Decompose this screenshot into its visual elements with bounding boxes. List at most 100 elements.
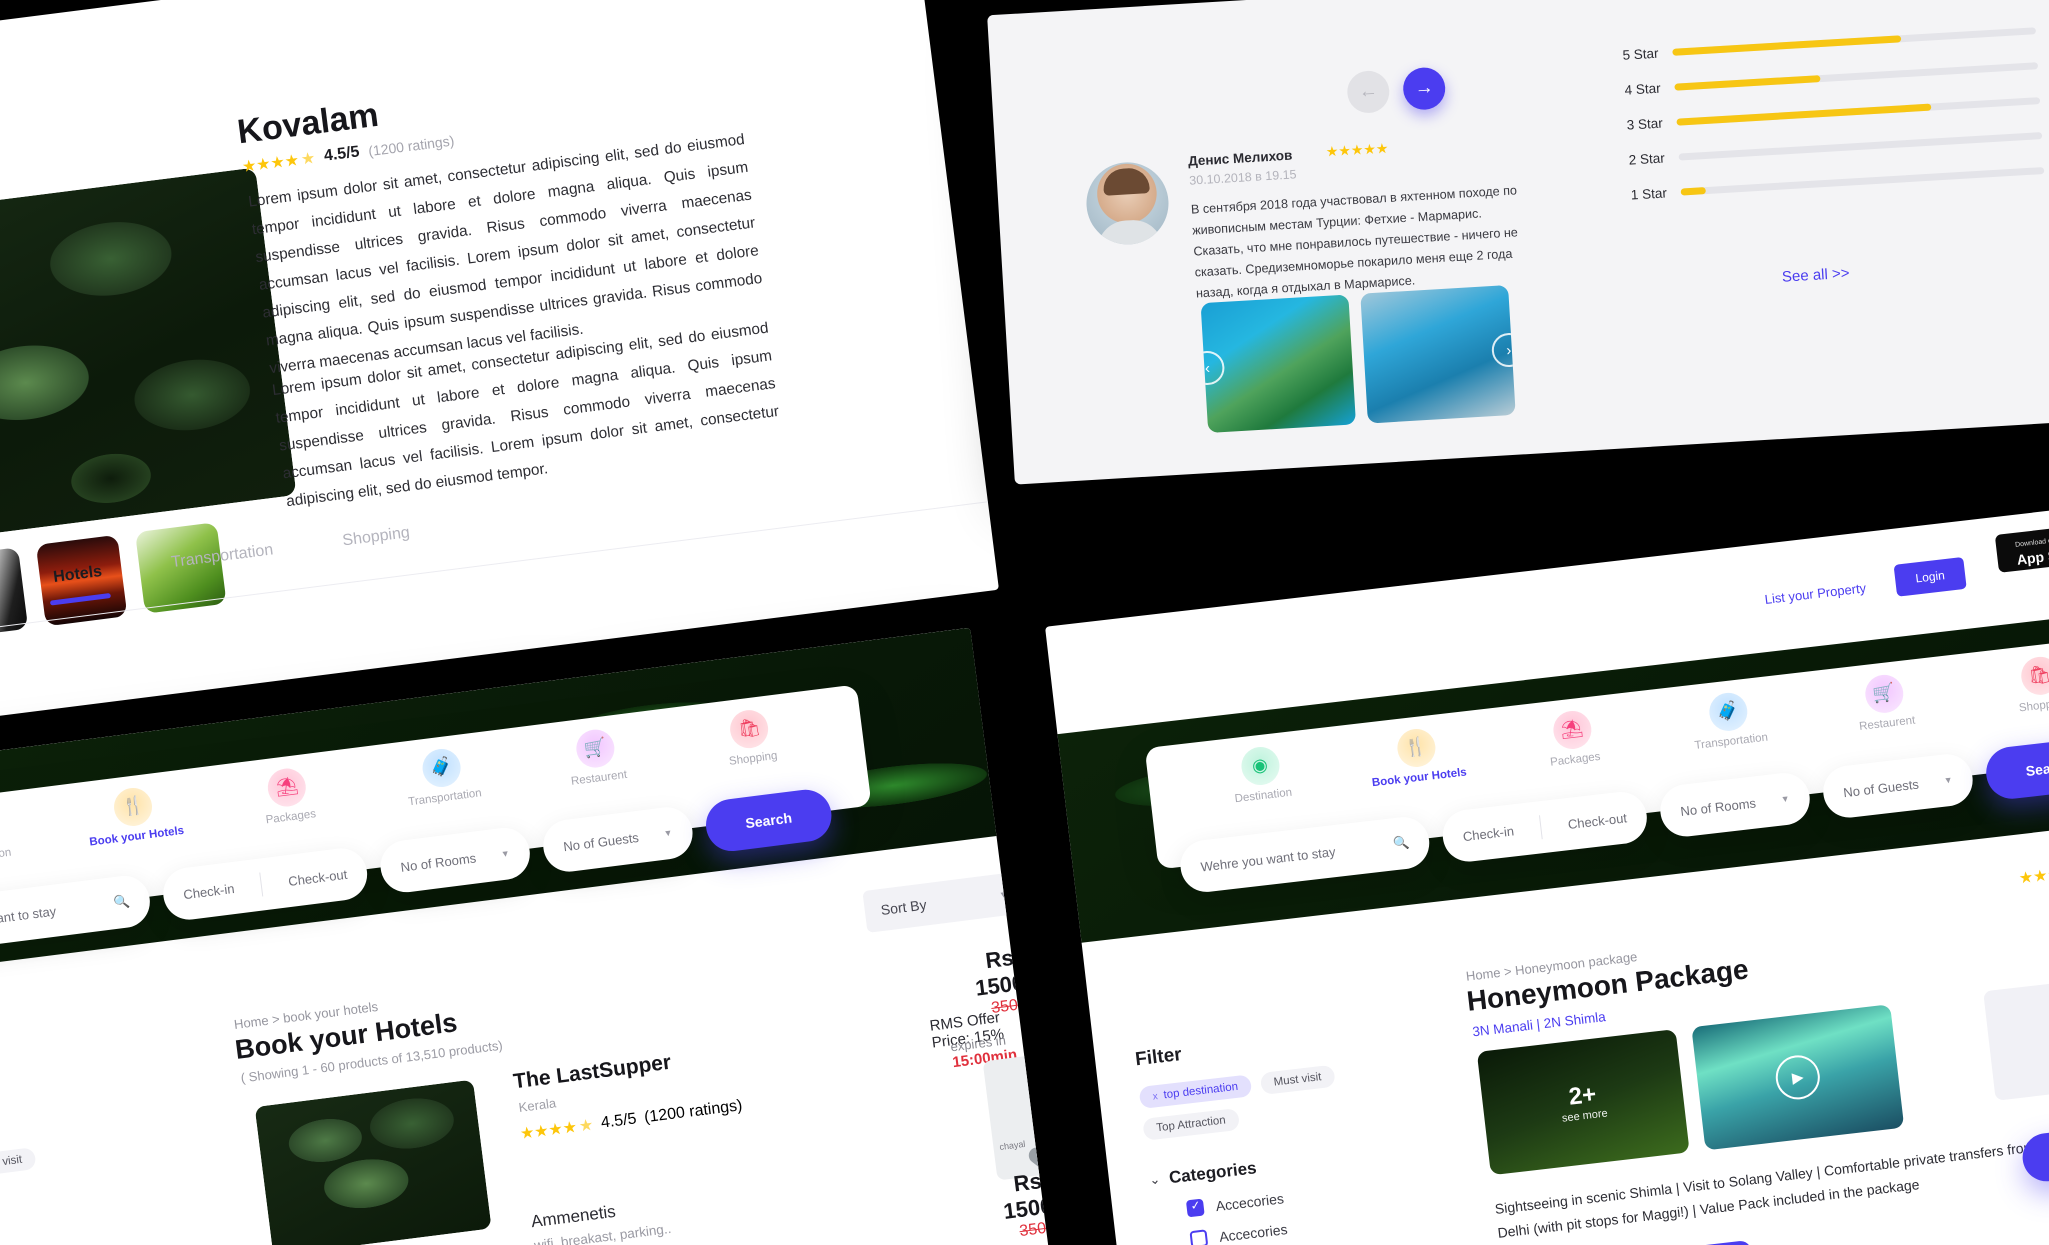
panel-hotel-listing: ◉ Destination 🍴 Book your Hotels ⛱ Packa… — [0, 627, 1061, 1245]
category-label: Packages — [1549, 750, 1602, 769]
product-location: Kerala — [517, 1095, 557, 1115]
product-name[interactable]: The LastSupper — [512, 1051, 672, 1095]
tab-hotels[interactable]: Hotels — [52, 562, 105, 606]
umbrella-icon: ⛱ — [1550, 708, 1593, 751]
location-map[interactable]: Kulakkada SivaParavi Mudavanai chayal — [982, 1041, 1061, 1181]
category-label: Transportation — [1693, 731, 1769, 752]
sort-by-select[interactable]: Sort By ▼ — [862, 871, 1027, 933]
divider — [259, 872, 264, 897]
amenities-title: Ammenetis — [529, 1201, 617, 1232]
category-label: Restaurent — [570, 768, 628, 788]
categories-title: Categories — [1167, 1158, 1258, 1188]
chip-top-destination[interactable]: x top destination — [1138, 1074, 1253, 1110]
gallery-next-icon[interactable]: › — [1490, 332, 1516, 369]
category-label: Destination — [0, 846, 12, 866]
rating-bar-label: 2 Star — [1628, 150, 1666, 168]
chevron-down-icon: ▼ — [1943, 774, 1954, 786]
shopping-bag-icon: 🛍 — [728, 707, 771, 750]
avatar — [1084, 160, 1171, 247]
category-packages[interactable]: ⛱ Packages — [1492, 702, 1654, 775]
sort-by-label: Sort By — [879, 896, 928, 918]
category-hotels[interactable]: 🍴 Book your Hotels — [1336, 720, 1498, 793]
see-all-link[interactable]: See all >> — [1782, 265, 1850, 286]
chip-label: Top Attraction — [1155, 1114, 1227, 1135]
search-button[interactable]: Search — [1983, 735, 2049, 802]
rating-bar-label: 5 Star — [1622, 45, 1659, 63]
destination-placeholder: Wehre you want to stay — [0, 903, 57, 935]
panel-package-detail: List your Property Login Download on the… — [1045, 498, 2049, 1245]
panel-destination-detail: ing > Kovalam Kovalam ★★★★★ 4.5/5 (1200 … — [0, 0, 999, 725]
chevron-down-icon: ▼ — [998, 889, 1009, 901]
rating-bar-label: 4 Star — [1624, 80, 1662, 98]
category-transportation[interactable]: 🧳 Transportation — [1648, 684, 1810, 757]
tab-transportation[interactable]: Transportation — [170, 541, 277, 592]
media-video-tile[interactable]: ▶ — [1691, 1004, 1905, 1151]
food-cart-icon: 🛒 — [1862, 672, 1905, 715]
star-rating-icon: ★★★★★ — [519, 1116, 595, 1143]
category-shopping[interactable]: 🛍 Shopping — [1960, 647, 2049, 720]
chevron-down-icon: ▼ — [500, 848, 511, 860]
tab-shopping[interactable]: Shopping — [341, 524, 413, 570]
map-pin-icon — [1032, 1072, 1056, 1096]
reviewer-star-rating-icon: ★★★★★ — [1325, 139, 1389, 160]
food-cart-icon: 🛒 — [574, 726, 617, 770]
arrow-left-icon[interactable]: ← — [1346, 69, 1391, 115]
category-restaurent[interactable]: 🛒 Restaurent — [516, 719, 677, 793]
app-store-small: Download on the — [2014, 536, 2049, 549]
search-icon[interactable]: 🔍 — [113, 893, 131, 911]
category-packages[interactable]: ⛱ Packages — [208, 758, 369, 832]
checkbox-label: Accecories — [1218, 1220, 1289, 1245]
location-pin-icon: ◉ — [1238, 744, 1281, 787]
categories-header[interactable]: ⌄ Categories — [0, 1223, 141, 1245]
avatar-shirt — [1095, 218, 1164, 247]
close-icon[interactable]: x — [1152, 1091, 1158, 1103]
category-shopping[interactable]: 🛍 Shopping — [670, 700, 831, 774]
checkbox-icon[interactable] — [1185, 1198, 1205, 1218]
media-more-count: 2+ — [1567, 1080, 1598, 1111]
chip-top-attraction[interactable]: Top Attraction — [1142, 1107, 1240, 1141]
review-photo-1[interactable]: ‹ — [1200, 294, 1356, 434]
cutlery-icon: 🍴 — [1394, 726, 1437, 769]
rooms-label: No of Rooms — [1679, 794, 1757, 819]
rating-score: 4.5/5 — [323, 143, 361, 165]
category-destination[interactable]: ◉ Destination — [1180, 738, 1342, 811]
category-label: Book your Hotels — [88, 824, 185, 849]
offer-card — [1983, 967, 2049, 1101]
category-label: Destination — [1234, 786, 1293, 805]
price-block-2: Rs: 1500 3500 — [999, 1167, 1056, 1243]
review-photo-2[interactable]: › — [1360, 284, 1516, 424]
category-label: Packages — [265, 807, 317, 826]
checkbox-icon[interactable] — [1189, 1229, 1209, 1245]
see-more-overlay: 2+ see more — [1477, 1029, 1690, 1175]
chip-must-visit[interactable]: Must visit — [0, 1147, 37, 1179]
category-destination[interactable]: ◉ Destination — [0, 797, 60, 871]
chip-must-visit[interactable]: Must visit — [1259, 1064, 1336, 1096]
play-icon[interactable]: ▶ — [1773, 1052, 1823, 1102]
rating-bar-value: 7% — [2044, 160, 2049, 177]
product-image[interactable] — [254, 1079, 492, 1245]
list-your-property-link[interactable]: List your Property — [1764, 580, 1867, 607]
shopping-bag-icon: 🛍 — [2018, 654, 2049, 697]
panel-reviews: ← → Денис Мелихов 30.10.2018 в 19.15 ★★★… — [987, 0, 2049, 485]
category-transportation[interactable]: 🧳 Transportation — [362, 739, 523, 813]
rating-count: (1200 ratings) — [643, 1097, 744, 1127]
login-button[interactable]: Login — [1893, 556, 1967, 597]
checkbox-label: Accecories — [1214, 1189, 1285, 1214]
map-pin-icon — [1025, 1144, 1049, 1167]
review-text: В сентября 2018 года участвовал в яхтенн… — [1190, 183, 1519, 301]
category-restaurent[interactable]: 🛒 Restaurent — [1804, 666, 1966, 739]
checkin-label: Check-in — [182, 880, 236, 902]
search-icon[interactable]: 🔍 — [1392, 835, 1410, 853]
category-hotels[interactable]: 🍴 Book your Hotels — [54, 778, 215, 852]
more-amenities-button[interactable]: + more — [1690, 1239, 1753, 1245]
map-label: chayal — [998, 1138, 1026, 1153]
screenshot-stage: ing > Kovalam Kovalam ★★★★★ 4.5/5 (1200 … — [0, 0, 2049, 1245]
rating-count: (1200 ratings) — [367, 132, 456, 160]
arrow-right-icon[interactable]: → — [1402, 66, 1447, 111]
carousel-nav: ← → — [1346, 66, 1447, 115]
map-label: Kulakkada SivaParavi — [1049, 1052, 1061, 1074]
app-store-badge[interactable]: Download on the App Store — [1994, 523, 2049, 573]
chip-label: Must visit — [1273, 1071, 1323, 1089]
gallery-prev-icon[interactable]: ‹ — [1200, 349, 1226, 386]
media-more-tile[interactable]: 2+ see more — [1476, 1029, 1690, 1176]
